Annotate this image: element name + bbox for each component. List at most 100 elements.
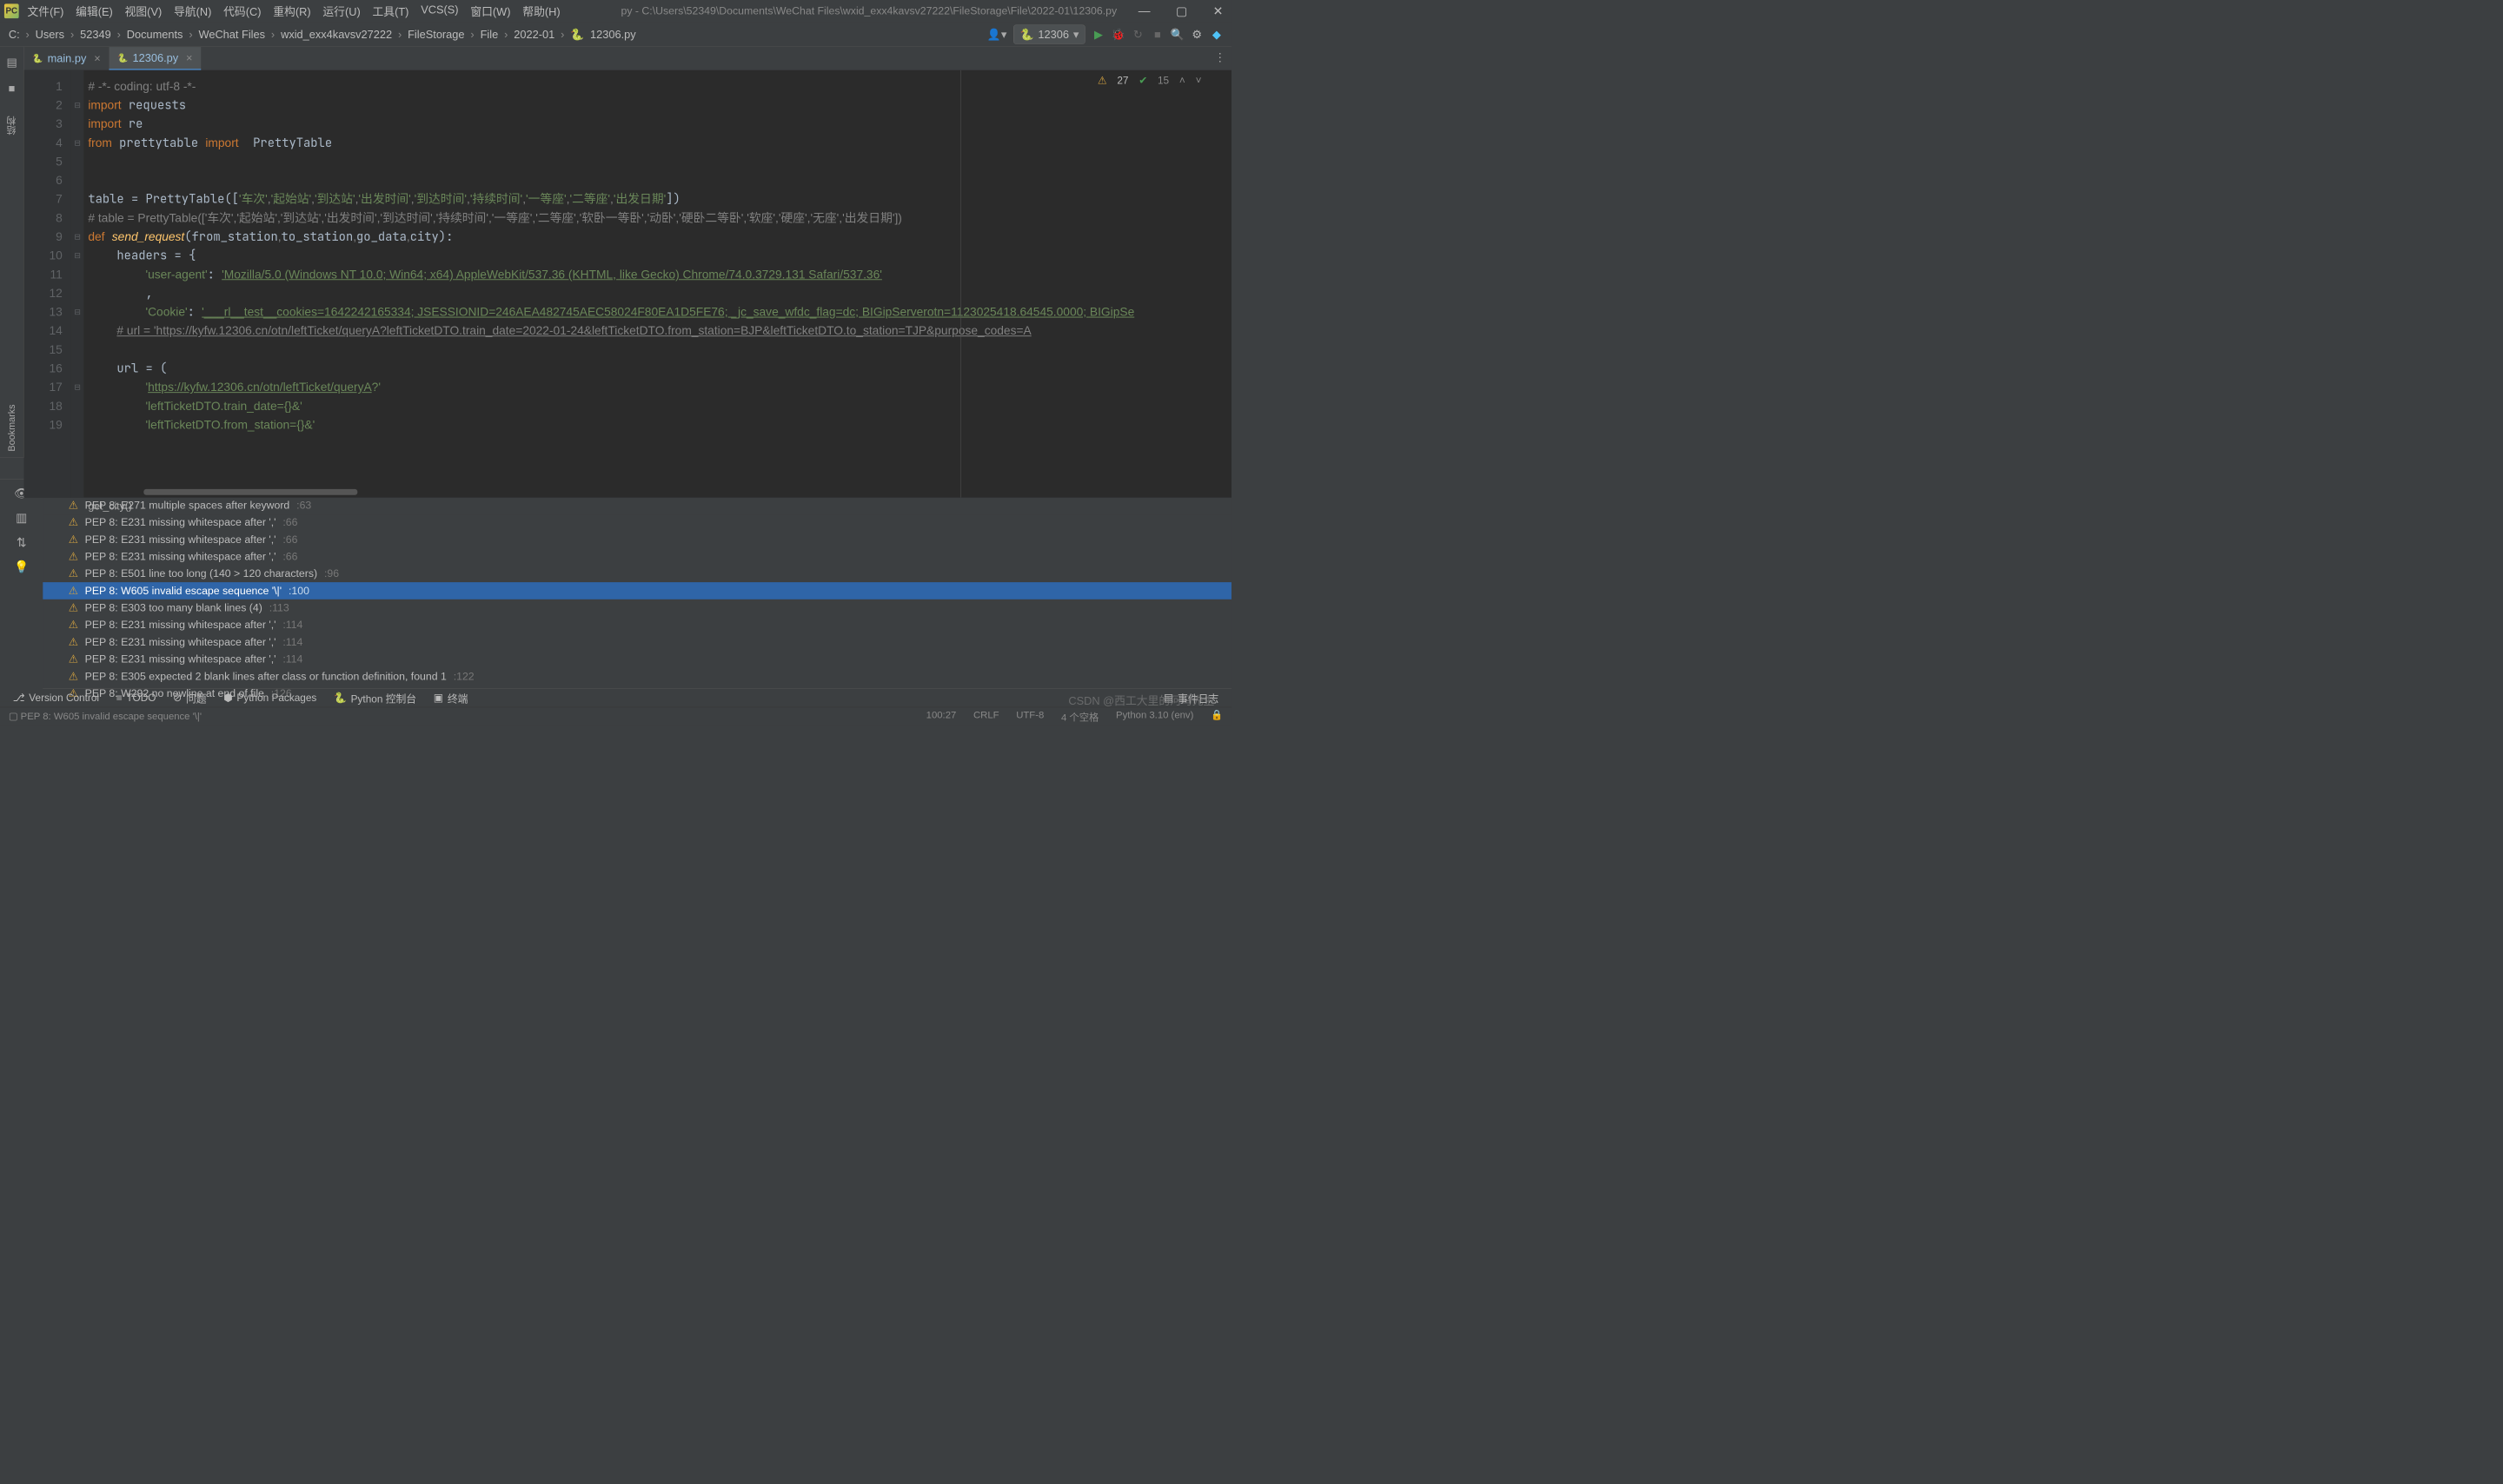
crumb-3[interactable]: Documents (127, 28, 183, 41)
menu-run[interactable]: 运行(U) (322, 3, 360, 19)
close-tab-icon[interactable]: × (186, 51, 192, 64)
problem-location: :66 (282, 550, 297, 562)
problem-row[interactable]: ⚠PEP 8: E303 too many blank lines (4) :1… (43, 600, 1232, 617)
inspection-widget[interactable]: ⚠27 ✔15 ˄ ˅ (1098, 75, 1202, 87)
crumb-1[interactable]: Users (36, 28, 64, 41)
problem-text: PEP 8: E231 missing whitespace after ',' (85, 653, 276, 666)
fold-gutter[interactable]: ⊟⊟⊟⊟⊟⊟ (71, 70, 84, 498)
warning-icon: ⚠ (69, 516, 78, 529)
chevron-up-icon[interactable]: ˄ (1179, 75, 1185, 87)
todo-tool[interactable]: ≡TODO (116, 692, 156, 704)
problem-row[interactable]: ⚠PEP 8: W292 no newline at end of file :… (43, 685, 1232, 702)
warning-icon: ⚠ (1098, 75, 1107, 87)
problem-row[interactable]: ⚠PEP 8: E271 multiple spaces after keywo… (43, 497, 1232, 514)
problem-location: :114 (282, 636, 302, 648)
project-tool-icon[interactable]: ▤ (6, 56, 17, 69)
menu-view[interactable]: 视图(V) (125, 3, 163, 19)
warning-icon: ⚠ (69, 619, 78, 632)
crumb-2[interactable]: 52349 (80, 28, 111, 41)
problems-list[interactable]: ⚠PEP 8: E302 expected 2 blank lines, fou… (43, 480, 1232, 702)
menu-edit[interactable]: 编辑(E) (76, 3, 113, 19)
lock-icon[interactable]: 🔒 (1211, 709, 1223, 724)
python-file-icon: 🐍 (32, 53, 43, 63)
tab-12306-py[interactable]: 🐍 12306.py × (110, 47, 202, 70)
problem-row[interactable]: ⚠PEP 8: E231 missing whitespace after ',… (43, 531, 1232, 548)
problems-tool[interactable]: ⊘问题 (173, 691, 206, 706)
add-user-icon[interactable]: 👤▾ (987, 28, 1006, 41)
crumb-9[interactable]: 12306.py (590, 28, 636, 41)
problem-text: PEP 8: E231 missing whitespace after ',' (85, 550, 276, 562)
warning-icon: ⚠ (69, 585, 78, 598)
tab-main-py[interactable]: 🐍 main.py × (24, 48, 110, 70)
code-editor[interactable]: 12345678910111213141516171819 ⊟⊟⊟⊟⊟⊟ # -… (24, 70, 1232, 498)
codewithme-icon[interactable]: ◆ (1210, 28, 1223, 41)
crumb-7[interactable]: File (481, 28, 499, 41)
menu-nav[interactable]: 导航(N) (174, 3, 211, 19)
branch-icon: ⎇ (13, 692, 25, 704)
crumb-0[interactable]: C: (9, 28, 20, 41)
debug-button[interactable]: 🐞 (1112, 28, 1125, 41)
packages-tool[interactable]: ⬢Python Packages (223, 692, 316, 704)
problem-row[interactable]: ⚠PEP 8: E231 missing whitespace after ',… (43, 548, 1232, 566)
line-ending[interactable]: CRLF (973, 709, 999, 724)
warning-icon: ⚠ (69, 601, 78, 614)
breadcrumb[interactable]: C:› Users› 52349› Documents› WeChat File… (9, 28, 636, 41)
crumb-6[interactable]: FileStorage (408, 28, 464, 41)
problem-row[interactable]: ⚠PEP 8: E231 missing whitespace after ',… (43, 651, 1232, 668)
problem-location: :114 (282, 619, 302, 631)
bulb-icon[interactable]: 💡 (14, 560, 29, 573)
crumb-4[interactable]: WeChat Files (198, 28, 265, 41)
problem-row[interactable]: ⚠PEP 8: E501 line too long (140 > 120 ch… (43, 565, 1232, 582)
version-control-tool[interactable]: ⎇Version Control (13, 692, 99, 704)
structure-tool[interactable]: 结构 (5, 116, 19, 136)
encoding[interactable]: UTF-8 (1016, 709, 1044, 724)
minimize-button[interactable]: — (1134, 4, 1155, 18)
code-content[interactable]: # -*- coding: utf-8 -*- import requests … (83, 70, 1232, 498)
menu-window[interactable]: 窗口(W) (470, 3, 510, 19)
console-icon: 🐍 (334, 692, 347, 704)
problem-row[interactable]: ⚠PEP 8: E231 missing whitespace after ',… (43, 633, 1232, 651)
close-tab-icon[interactable]: × (94, 52, 100, 65)
menu-refactor[interactable]: 重构(R) (273, 3, 310, 19)
crumb-8[interactable]: 2022-01 (514, 28, 554, 41)
problem-row[interactable]: ⚠ PEP 8: E231 missing whitespace after ',… (43, 513, 1232, 531)
menu-tools[interactable]: 工具(T) (372, 3, 408, 19)
crumb-5[interactable]: wxid_exx4kavsv27222 (281, 28, 392, 41)
expand-icon[interactable]: ▥ (16, 511, 27, 525)
maximize-button[interactable]: ▢ (1172, 4, 1192, 18)
filter-icon[interactable]: ⇅ (17, 535, 27, 549)
problem-row[interactable]: ⚠PEP 8: E231 missing whitespace after ',… (43, 616, 1232, 633)
status-msg: ▢ PEP 8: W605 invalid escape sequence '\… (9, 711, 202, 722)
problems-icon: ⊘ (173, 692, 182, 704)
run-config-label: 12306 (1038, 28, 1069, 41)
app-logo: PC (4, 3, 19, 18)
cursor-position[interactable]: 100:27 (926, 709, 957, 724)
settings-icon[interactable]: ⚙ (1191, 28, 1204, 41)
coverage-button[interactable]: ↻ (1132, 28, 1145, 41)
problem-row[interactable]: ⚠PEP 8: E305 expected 2 blank lines afte… (43, 668, 1232, 686)
run-button[interactable]: ▶ (1092, 28, 1105, 41)
bookmarks-tool[interactable]: Bookmarks (6, 404, 17, 451)
menu-code[interactable]: 代码(C) (223, 3, 261, 19)
menu-file[interactable]: 文件(F) (27, 3, 63, 19)
chevron-down-icon[interactable]: ˅ (1196, 75, 1202, 87)
problem-row[interactable]: ⚠PEP 8: W605 invalid escape sequence '\|… (43, 582, 1232, 600)
indent[interactable]: 4 个空格 (1061, 709, 1099, 724)
search-icon[interactable]: 🔍 (1171, 28, 1184, 41)
terminal-icon: ▣ (434, 692, 443, 704)
stop-button[interactable]: ■ (1151, 28, 1164, 41)
horizontal-scrollbar[interactable] (143, 489, 357, 495)
editor-tabs: 🐍 main.py × 🐍 12306.py × ⋮ (24, 47, 1232, 70)
warning-icon: ⚠ (69, 567, 78, 580)
tab-options-icon[interactable]: ⋮ (1208, 45, 1232, 70)
menu-vcs[interactable]: VCS(S) (421, 3, 458, 19)
commit-tool-icon[interactable]: ■ (9, 82, 16, 95)
interpreter[interactable]: Python 3.10 (env) (1116, 709, 1193, 724)
menu-help[interactable]: 帮助(H) (522, 3, 560, 19)
close-button[interactable]: ✕ (1209, 4, 1227, 18)
terminal-tool[interactable]: ▣终端 (434, 691, 468, 706)
problem-text: PEP 8: E305 expected 2 blank lines after… (85, 670, 447, 682)
console-tool[interactable]: 🐍Python 控制台 (334, 691, 416, 706)
problem-text: PEP 8: E231 missing whitespace after ',' (85, 516, 276, 528)
run-config-selector[interactable]: 🐍 12306 ▾ (1013, 25, 1086, 44)
